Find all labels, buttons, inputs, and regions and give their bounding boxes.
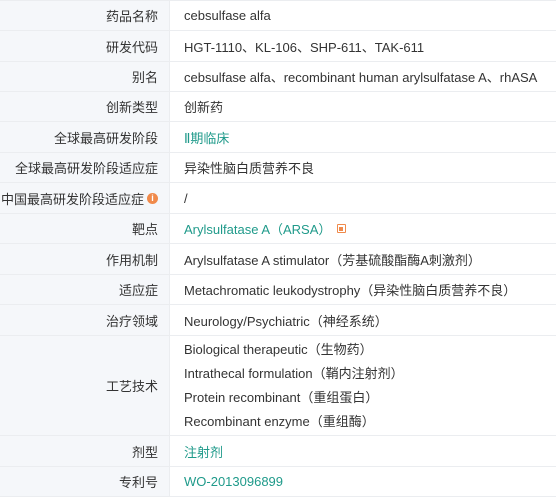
target-link[interactable]: Arylsulfatase A（ARSA） <box>184 219 331 238</box>
row-global-phase-indication: 全球最高研发阶段适应症 异染性脑白质营养不良 <box>0 153 556 183</box>
label-innovation-type: 创新类型 <box>0 92 170 121</box>
value-patent-wrap: WO-2013096899 <box>170 467 556 496</box>
technology-item: Biological therapeutic（生物药） <box>184 341 373 357</box>
value-global-phase-indication: 异染性脑白质营养不良 <box>184 161 315 176</box>
label-indication: 适应症 <box>0 275 170 304</box>
external-link-icon[interactable] <box>337 224 347 233</box>
value-global-phase-wrap: Ⅱ期临床 <box>170 122 556 152</box>
label-mechanism: 作用机制 <box>0 244 170 274</box>
row-alias: 别名 cebsulfase alfa、recombinant human ary… <box>0 62 556 92</box>
technology-item: Recombinant enzyme（重组酶） <box>184 413 375 429</box>
value-indication: Metachromatic leukodystrophy（异染性脑白质营养不良） <box>184 283 517 298</box>
value-dev-code: HGT-1110、KL-106、SHP-611、TAK-611 <box>184 39 425 55</box>
value-therapeutic-area: Neurology/Psychiatric（神经系统） <box>184 313 388 329</box>
row-dosage-form: 剂型 注射剂 <box>0 436 556 467</box>
label-patent: 专利号 <box>0 467 170 496</box>
label-alias: 别名 <box>0 62 170 91</box>
label-global-phase: 全球最高研发阶段 <box>0 122 170 152</box>
value-innovation-type: 创新药 <box>184 100 224 115</box>
value-dosage-form-wrap: 注射剂 <box>170 436 556 466</box>
drug-info-table: 药品名称 cebsulfase alfa 研发代码 HGT-1110、KL-10… <box>0 0 556 497</box>
value-china-phase-indication: / <box>184 190 188 206</box>
info-circle-icon[interactable]: i <box>147 192 158 204</box>
global-phase-link[interactable]: Ⅱ期临床 <box>184 128 229 147</box>
row-indication: 适应症 Metachromatic leukodystrophy（异染性脑白质营… <box>0 275 556 305</box>
value-drug-name: cebsulfase alfa <box>184 8 271 23</box>
row-therapeutic-area: 治疗领域 Neurology/Psychiatric（神经系统） <box>0 305 556 336</box>
label-china-phase-indication: 中国最高研发阶段适应症 <box>0 191 144 207</box>
row-global-phase: 全球最高研发阶段 Ⅱ期临床 <box>0 122 556 153</box>
label-technology: 工艺技术 <box>0 336 170 435</box>
row-dev-code: 研发代码 HGT-1110、KL-106、SHP-611、TAK-611 <box>0 31 556 62</box>
technology-item: Intrathecal formulation（鞘内注射剂） <box>184 365 404 381</box>
row-patent: 专利号 WO-2013096899 <box>0 467 556 497</box>
value-alias: cebsulfase alfa、recombinant human arylsu… <box>184 70 538 85</box>
value-target-wrap: Arylsulfatase A（ARSA） <box>170 214 556 243</box>
label-global-phase-indication: 全球最高研发阶段适应症 <box>0 153 170 182</box>
label-drug-name: 药品名称 <box>0 1 170 30</box>
value-mechanism: Arylsulfatase A stimulator（芳基硫酸酯酶A刺激剂） <box>184 252 481 268</box>
value-technology-list: Biological therapeutic（生物药） Intrathecal … <box>170 336 556 435</box>
label-dosage-form: 剂型 <box>0 436 170 466</box>
dosage-form-link[interactable]: 注射剂 <box>184 442 223 461</box>
row-technology: 工艺技术 Biological therapeutic（生物药） Intrath… <box>0 336 556 436</box>
row-drug-name: 药品名称 cebsulfase alfa <box>0 1 556 31</box>
label-dev-code: 研发代码 <box>0 31 170 61</box>
label-china-phase-indication-wrap: 中国最高研发阶段适应症 i <box>0 183 170 213</box>
label-therapeutic-area: 治疗领域 <box>0 305 170 335</box>
row-innovation-type: 创新类型 创新药 <box>0 92 556 122</box>
patent-link[interactable]: WO-2013096899 <box>184 474 283 489</box>
row-china-phase-indication: 中国最高研发阶段适应症 i / <box>0 183 556 214</box>
technology-item: Protein recombinant（重组蛋白） <box>184 389 379 405</box>
row-mechanism: 作用机制 Arylsulfatase A stimulator（芳基硫酸酯酶A刺… <box>0 244 556 275</box>
row-target: 靶点 Arylsulfatase A（ARSA） <box>0 214 556 244</box>
label-target: 靶点 <box>0 214 170 243</box>
